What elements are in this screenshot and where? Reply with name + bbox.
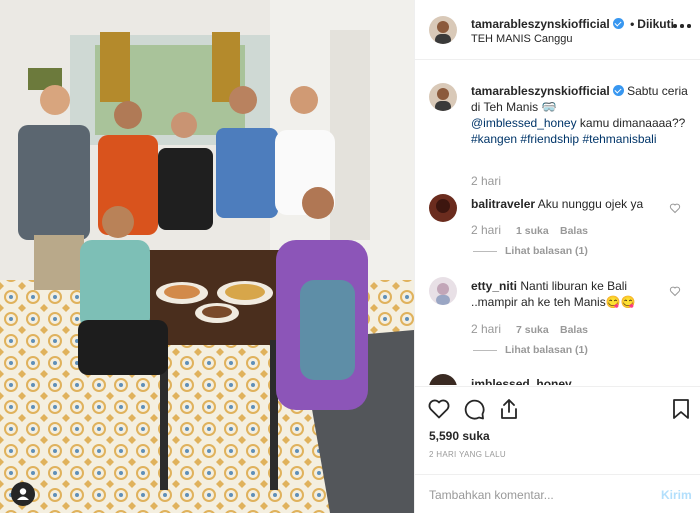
caption-time[interactable]: 2 hari	[471, 174, 501, 188]
comment-avatar[interactable]	[429, 194, 457, 222]
caption-username[interactable]: tamarableszynskiofficial	[471, 84, 610, 98]
comments-section[interactable]: tamarableszynskiofficial Sabtu ceria di …	[415, 61, 700, 385]
sunglasses-emoji-icon: 🥽	[541, 100, 557, 114]
header-username[interactable]: tamarableszynskiofficial	[471, 17, 610, 31]
comment-body: Aku nunggu ojek ya	[537, 197, 644, 211]
post-date: 2 HARI YANG LALU	[429, 450, 506, 459]
post-header: tamarableszynskiofficial • Diikuti TEH MA…	[415, 0, 700, 60]
comment-likes[interactable]: 1 suka	[516, 225, 549, 237]
comment-text: balitraveler Aku nunggu ojek ya	[471, 196, 671, 212]
view-replies-link[interactable]: Lihat balasan (1)	[473, 245, 588, 257]
more-options-icon[interactable]	[673, 23, 691, 29]
comment-likes[interactable]: 7 suka	[516, 324, 549, 336]
post-comment-button[interactable]: Kirim	[661, 488, 692, 502]
comment-username[interactable]: imblessed_honey	[471, 377, 572, 385]
comment-reply-button[interactable]: Balas	[560, 324, 588, 336]
comment-reply-button[interactable]: Balas	[560, 225, 588, 237]
save-bookmark-icon[interactable]	[669, 397, 693, 421]
post-side-panel: tamarableszynskiofficial • Diikuti TEH MA…	[414, 0, 700, 513]
comment-text: imblessed_honey	[471, 376, 671, 385]
like-heart-icon[interactable]	[427, 397, 451, 421]
hashtag-link[interactable]: #kangen	[471, 132, 517, 146]
add-comment-bar: Kirim	[415, 474, 700, 513]
view-replies-link[interactable]: Lihat balasan (1)	[473, 344, 588, 356]
comment-username[interactable]: balitraveler	[471, 197, 535, 211]
post-photo[interactable]	[0, 0, 414, 513]
user-tag-icon[interactable]	[11, 482, 35, 506]
comment-heart-icon[interactable]	[669, 202, 681, 214]
header-username-row: tamarableszynskiofficial • Diikuti	[471, 17, 674, 31]
comment-icon[interactable]	[462, 397, 486, 421]
comment-avatar[interactable]	[429, 374, 457, 385]
hashtag-link[interactable]: #tehmanisbali	[582, 132, 656, 146]
comment-time[interactable]: 2 hari	[471, 322, 501, 336]
caption-avatar[interactable]	[429, 83, 457, 111]
post-actions: 5,590 suka 2 HARI YANG LALU	[415, 386, 700, 474]
share-icon[interactable]	[497, 397, 521, 421]
comment-heart-icon[interactable]	[669, 285, 681, 297]
caption-body-2: kamu dimanaaaa??	[579, 116, 686, 130]
following-button[interactable]: Diikuti	[637, 17, 674, 31]
location-link[interactable]: TEH MANIS Canggu	[471, 33, 572, 45]
hashtag-link[interactable]: #friendship	[520, 132, 579, 146]
verified-badge-icon	[612, 18, 624, 29]
caption-text: tamarableszynskiofficial Sabtu ceria di …	[471, 83, 693, 147]
comment-time[interactable]: 2 hari	[471, 223, 501, 237]
avatar[interactable]	[429, 16, 457, 44]
separator-dot: •	[630, 17, 635, 31]
comment-text: etty_niti Nanti liburan ke Bali ..mampir…	[471, 278, 671, 310]
comment-avatar[interactable]	[429, 277, 457, 305]
photo-illustration	[0, 0, 414, 513]
caption-mention[interactable]: @imblessed_honey	[471, 116, 577, 130]
comment-username[interactable]: etty_niti	[471, 279, 517, 293]
like-count[interactable]: 5,590 suka	[429, 429, 490, 443]
comment-input[interactable]	[429, 486, 629, 504]
verified-badge-icon	[612, 85, 624, 96]
